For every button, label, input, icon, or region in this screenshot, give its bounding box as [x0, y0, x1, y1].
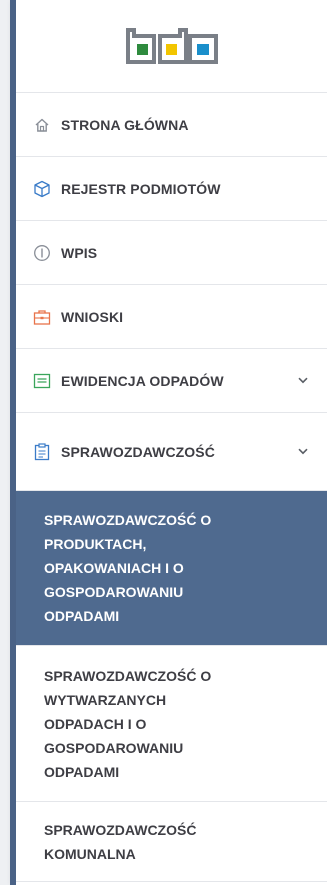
- submenu-item-wytwarzane[interactable]: SPRAWOZDAWCZOŚĆ O WYTWARZANYCH ODPADACH …: [16, 646, 327, 802]
- briefcase-icon: [31, 306, 53, 328]
- list-box-icon: [31, 370, 53, 392]
- nav-item-home[interactable]: STRONA GŁÓWNA: [16, 93, 327, 157]
- cube-icon: [31, 178, 53, 200]
- nav-label-wpis: WPIS: [61, 244, 98, 261]
- nav-label-rejestr: REJESTR PODMIOTÓW: [61, 180, 221, 197]
- bdo-logo-icon: [125, 28, 218, 64]
- nav-item-wpis[interactable]: WPIS: [16, 221, 327, 285]
- nav-item-ewidencja[interactable]: EWIDENCJA ODPADÓW: [16, 349, 327, 413]
- submenu-label-komunalna: SPRAWOZDAWCZOŚĆ KOMUNALNA: [44, 821, 197, 862]
- submenu-item-produkty[interactable]: SPRAWOZDAWCZOŚĆ O PRODUKTACH, OPAKOWANIA…: [16, 491, 327, 646]
- info-circle-icon: [31, 242, 53, 264]
- submenu-label-produkty: SPRAWOZDAWCZOŚĆ O PRODUKTACH, OPAKOWANIA…: [44, 512, 212, 624]
- nav-item-sprawozdawczosc[interactable]: SPRAWOZDAWCZOŚĆ: [16, 413, 327, 491]
- clipboard-icon: [31, 441, 53, 463]
- nav-label-ewidencja: EWIDENCJA ODPADÓW: [61, 372, 224, 389]
- sidebar: STRONA GŁÓWNA REJESTR PODMIOTÓW WPIS WNI…: [10, 0, 327, 885]
- nav-label-wnioski: WNIOSKI: [61, 308, 124, 325]
- submenu-item-komunalna[interactable]: SPRAWOZDAWCZOŚĆ KOMUNALNA: [16, 802, 327, 882]
- submenu-label-wytwarzane: SPRAWOZDAWCZOŚĆ O WYTWARZANYCH ODPADACH …: [44, 667, 212, 780]
- bdo-logo[interactable]: [16, 0, 327, 93]
- nav-label-sprawozdawczosc: SPRAWOZDAWCZOŚĆ: [61, 443, 215, 460]
- chevron-down-icon[interactable]: [297, 375, 309, 387]
- home-icon: [31, 114, 53, 136]
- nav-label-home: STRONA GŁÓWNA: [61, 116, 189, 133]
- nav-item-rejestr[interactable]: REJESTR PODMIOTÓW: [16, 157, 327, 221]
- chevron-down-icon[interactable]: [297, 446, 309, 458]
- nav-item-wnioski[interactable]: WNIOSKI: [16, 285, 327, 349]
